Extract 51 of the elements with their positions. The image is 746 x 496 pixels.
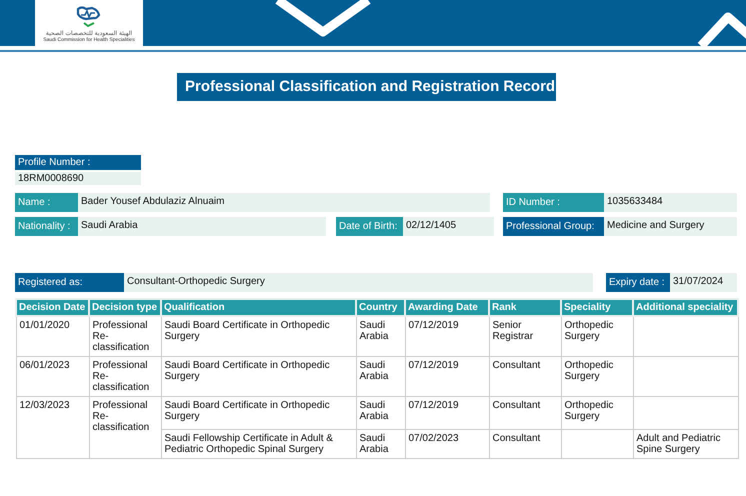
column-header: Decision type (89, 299, 161, 316)
field-label: ID Number : (503, 193, 604, 212)
field-label: Registered as: (15, 273, 124, 292)
field-value: Consultant-Orthopedic Surgery (124, 273, 593, 292)
table-cell: Saudi Fellowship Certificate in Adult & Pediatric Orthopedic Spinal Surgery (161, 430, 356, 458)
table-cell: Professional Re-classification (89, 316, 161, 356)
column-header: Rank (489, 299, 561, 316)
table-cell: Orthopedic Surgery (561, 396, 633, 430)
column-header: Country (356, 299, 405, 316)
field-label: Nationality : (15, 217, 78, 236)
table-cell: 06/01/2023 (16, 356, 89, 396)
field-value: Medicine and Surgery (604, 217, 737, 236)
table-cell: Professional Re-classification (89, 396, 161, 458)
column-header: Speciality (561, 299, 633, 316)
table-cell: 07/12/2019 (405, 316, 489, 356)
table-cell: Saudi Arabia (356, 356, 405, 396)
table-cell: Consultant (489, 396, 561, 430)
table-cell: Saudi Arabia (356, 316, 405, 356)
field-label: Profile Number : (15, 155, 141, 170)
table-cell: 12/03/2023 (16, 396, 89, 458)
field-value: 1035633484 (604, 193, 737, 212)
table-cell: Orthopedic Surgery (561, 356, 633, 396)
field-value: 31/07/2024 (670, 273, 737, 292)
column-header: Qualification (161, 299, 356, 316)
table-cell: Adult and Pediatric Spine Surgery (633, 430, 738, 458)
field-label: Name : (15, 193, 78, 212)
table-cell: Saudi Arabia (356, 396, 405, 430)
table-cell: Senior Registrar (489, 316, 561, 356)
field-label: Professional Group: (503, 217, 604, 236)
table-cell: Orthopedic Surgery (561, 316, 633, 356)
column-header: Additional speciality (633, 299, 738, 316)
document-title: Professional Classification and Registration Record (177, 73, 556, 101)
column-header: Decision Date (16, 299, 89, 316)
field-value: Saudi Arabia (78, 217, 326, 236)
table-cell: 07/12/2019 (405, 396, 489, 430)
table-cell: 07/12/2019 (405, 356, 489, 396)
table-cell: Saudi Board Certificate in Orthopedic Surgery (161, 356, 356, 396)
field-value: 02/12/1405 (403, 217, 494, 236)
table-cell: Saudi Board Certificate in Orthopedic Surgery (161, 396, 356, 430)
field-label: Expiry date : (606, 273, 670, 292)
table-cell: Saudi Board Certificate in Orthopedic Surgery (161, 316, 356, 356)
column-header: Awarding Date (405, 299, 489, 316)
field-value: Bader Yousef Abdulaziz Alnuaim (78, 193, 490, 212)
table-cell: Professional Re-classification (89, 356, 161, 396)
table-cell: Consultant (489, 430, 561, 458)
table-cell: Consultant (489, 356, 561, 396)
field-label: Date of Birth: (336, 217, 403, 236)
table-cell: 07/02/2023 (405, 430, 489, 458)
field-value: 18RM0008690 (15, 172, 141, 185)
table-cell: 01/01/2020 (16, 316, 89, 356)
table-cell: Saudi Arabia (356, 430, 405, 458)
